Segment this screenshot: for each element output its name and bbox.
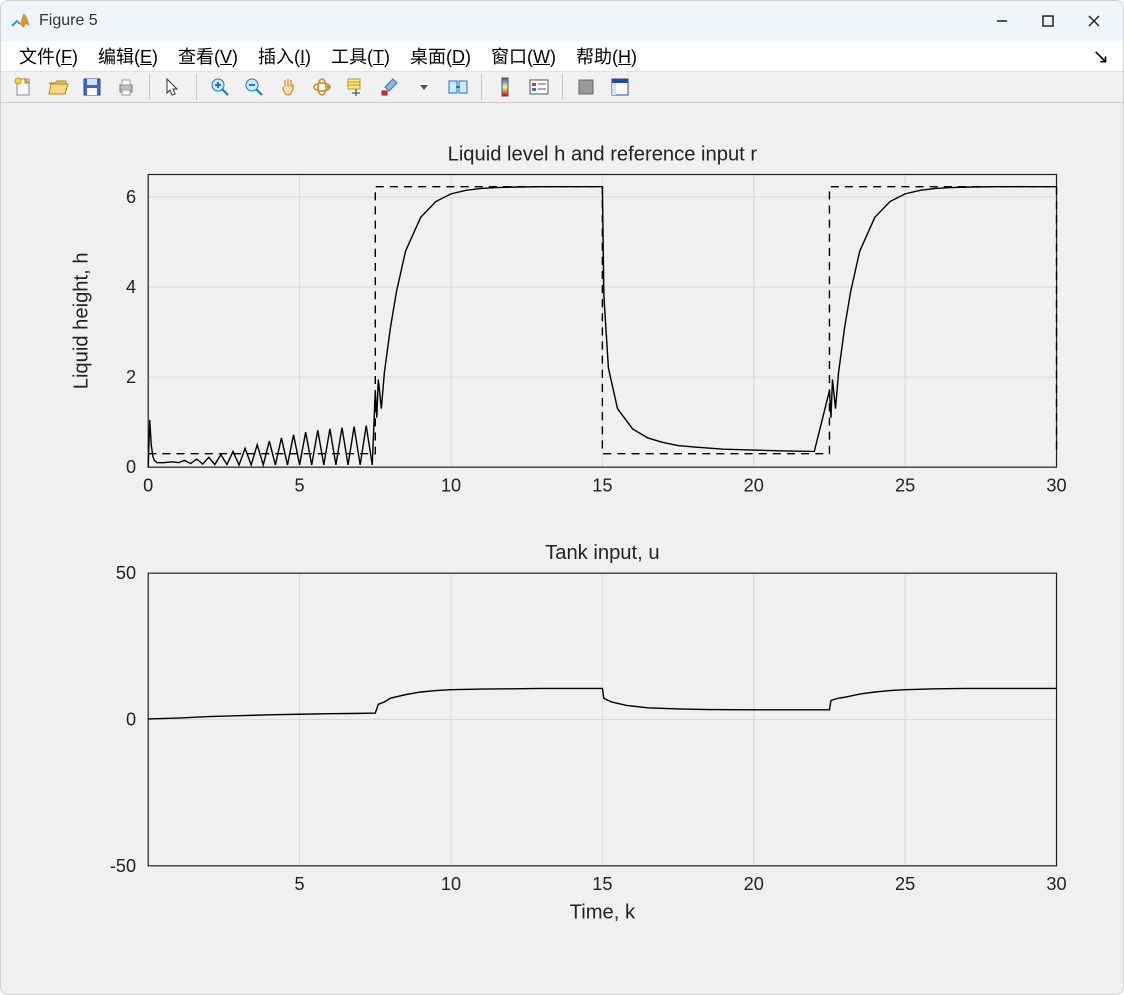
- svg-text:20: 20: [744, 874, 764, 894]
- close-button[interactable]: [1071, 1, 1117, 41]
- figure-canvas[interactable]: 0 5 10 15 20 25 30 0 2 4 6 Liquid level h and refer…: [1, 103, 1123, 995]
- pointer-button[interactable]: [158, 72, 188, 102]
- svg-text:2: 2: [126, 367, 136, 387]
- brush-dropdown[interactable]: [409, 72, 439, 102]
- svg-text:15: 15: [592, 475, 612, 495]
- svg-text:10: 10: [441, 874, 461, 894]
- menu-insert[interactable]: 插入(I): [248, 41, 321, 71]
- svg-text:30: 30: [1046, 475, 1066, 495]
- menu-edit[interactable]: 编辑(E): [88, 41, 168, 71]
- maximize-button[interactable]: [1025, 1, 1071, 41]
- svg-text:0: 0: [126, 710, 136, 730]
- svg-text:50: 50: [116, 563, 136, 583]
- figure-window: Figure 5 文件(F) 编辑(E) 查看(V) 插入(I) 工具(T) 桌…: [0, 0, 1124, 995]
- svg-text:0: 0: [126, 457, 136, 477]
- link-plots-button[interactable]: [443, 72, 473, 102]
- svg-text:Tank input, u: Tank input, u: [545, 542, 659, 564]
- window-title: Figure 5: [39, 12, 98, 30]
- menu-view[interactable]: 查看(V): [168, 41, 248, 71]
- print-button[interactable]: [111, 72, 141, 102]
- svg-text:25: 25: [895, 475, 915, 495]
- svg-text:Time, k: Time, k: [570, 901, 636, 923]
- zoom-in-button[interactable]: [205, 72, 235, 102]
- menu-window[interactable]: 窗口(W): [481, 41, 566, 71]
- open-button[interactable]: [43, 72, 73, 102]
- toolbar: [1, 72, 1123, 103]
- hide-plot-tools-button[interactable]: [571, 72, 601, 102]
- colorbar-button[interactable]: [490, 72, 520, 102]
- svg-text:15: 15: [592, 874, 612, 894]
- svg-text:20: 20: [744, 475, 764, 495]
- svg-text:Liquid level h and reference i: Liquid level h and reference input r: [448, 143, 758, 165]
- save-button[interactable]: [77, 72, 107, 102]
- minimize-button[interactable]: [979, 1, 1025, 41]
- data-cursor-button[interactable]: [341, 72, 371, 102]
- titlebar: Figure 5: [1, 1, 1123, 41]
- svg-text:-50: -50: [110, 856, 136, 876]
- pan-button[interactable]: [273, 72, 303, 102]
- legend-button[interactable]: [524, 72, 554, 102]
- menubar: 文件(F) 编辑(E) 查看(V) 插入(I) 工具(T) 桌面(D) 窗口(W…: [1, 41, 1123, 72]
- svg-text:10: 10: [441, 475, 461, 495]
- dock-arrow-icon[interactable]: ↘: [1092, 44, 1115, 69]
- zoom-out-button[interactable]: [239, 72, 269, 102]
- axes-container: 0 5 10 15 20 25 30 0 2 4 6 Liquid level h and refer…: [17, 119, 1107, 987]
- svg-text:25: 25: [895, 874, 915, 894]
- svg-text:Liquid height, h: Liquid height, h: [71, 252, 93, 389]
- svg-text:5: 5: [295, 475, 305, 495]
- menu-file[interactable]: 文件(F): [9, 41, 88, 71]
- show-plot-tools-button[interactable]: [605, 72, 635, 102]
- rotate-3d-button[interactable]: [307, 72, 337, 102]
- svg-text:30: 30: [1046, 874, 1066, 894]
- new-figure-button[interactable]: [9, 72, 39, 102]
- svg-text:6: 6: [126, 187, 136, 207]
- svg-text:4: 4: [126, 277, 136, 297]
- menu-desktop[interactable]: 桌面(D): [400, 41, 481, 71]
- svg-text:0: 0: [143, 475, 153, 495]
- menu-tools[interactable]: 工具(T): [321, 41, 400, 71]
- svg-text:5: 5: [295, 874, 305, 894]
- brush-button[interactable]: [375, 72, 405, 102]
- menu-help[interactable]: 帮助(H): [566, 41, 647, 71]
- matlab-icon: [11, 11, 31, 31]
